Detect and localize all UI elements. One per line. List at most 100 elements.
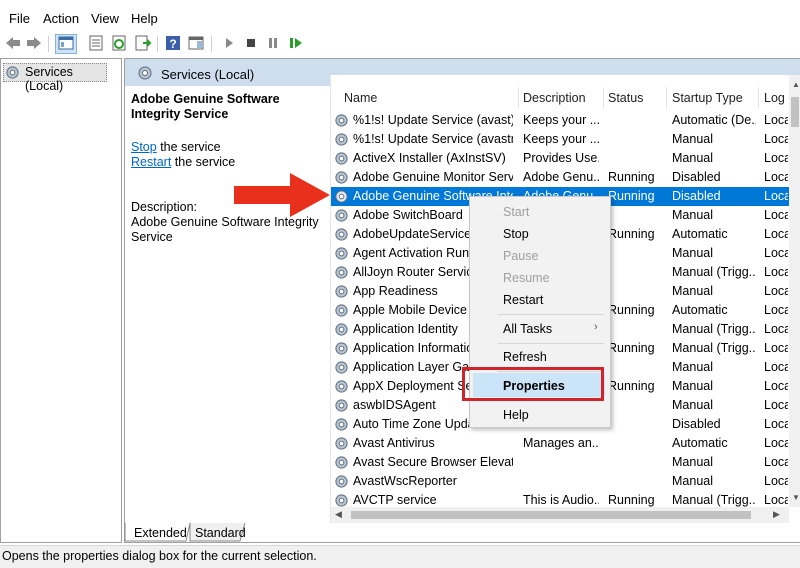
cell-logon: Loca — [764, 379, 788, 393]
status-text: Opens the properties dialog box for the … — [2, 549, 317, 563]
console-tree-icon[interactable] — [57, 34, 75, 52]
cell-desc: This is Audio... — [523, 493, 599, 507]
cell-logon: Loca — [764, 284, 788, 298]
menu-item-pause: Pause — [503, 249, 539, 263]
gear-icon — [335, 361, 348, 374]
gear-icon — [6, 66, 19, 79]
horizontal-scrollbar[interactable]: ◀ ▶ — [331, 507, 789, 523]
right-pane: Services (Local) ^ Adobe Genuine Softwar… — [124, 58, 800, 543]
cell-logon: Loca — [764, 436, 788, 450]
cell-status: Running — [608, 303, 655, 317]
cell-startup: Manual — [672, 132, 713, 146]
menu-item-start: Start — [503, 205, 530, 219]
help-icon[interactable]: ? — [164, 34, 182, 52]
cell-startup: Disabled — [672, 189, 721, 203]
menu-action[interactable]: Action — [43, 11, 79, 26]
back-icon[interactable] — [4, 34, 22, 52]
show-hide-icon[interactable] — [187, 34, 205, 52]
cell-logon: Loca — [764, 360, 788, 374]
gear-icon — [335, 304, 348, 317]
gear-icon — [335, 114, 348, 127]
gear-icon — [335, 247, 348, 260]
cell-name: Avast Antivirus — [353, 436, 435, 450]
menu-help[interactable]: Help — [131, 11, 158, 26]
table-row[interactable]: Avast Antivirus Manages an... Automatic Loc… — [331, 434, 789, 453]
cell-logon: Loca — [764, 265, 788, 279]
column-header-description[interactable]: Description — [523, 91, 586, 105]
table-row[interactable]: Avast Secure Browser Elevati... Manual Loc… — [331, 453, 789, 472]
cell-status: Running — [608, 493, 655, 507]
column-header-startup-type[interactable]: Startup Type — [672, 91, 743, 105]
cell-logon: Loca — [764, 417, 788, 431]
export-icon[interactable] — [134, 34, 152, 52]
cell-startup: Manual — [672, 284, 713, 298]
gear-icon — [335, 399, 348, 412]
tab-standard[interactable]: Standard — [195, 526, 246, 540]
properties-icon[interactable] — [87, 34, 105, 52]
column-header-log-on-as[interactable]: Log — [764, 91, 785, 105]
tree-item-services-local[interactable]: Services (Local) — [3, 63, 107, 93]
submenu-arrow-icon: › — [594, 321, 598, 333]
menu-item-refresh[interactable]: Refresh — [503, 350, 547, 364]
gear-icon — [335, 475, 348, 488]
cell-startup: Manual (Trigg... — [672, 322, 756, 336]
left-tree-pane: Services (Local) — [0, 58, 122, 543]
menu-item-stop[interactable]: Stop — [503, 227, 529, 241]
cell-logon: Loca — [764, 246, 788, 260]
hscroll-thumb[interactable] — [351, 511, 751, 519]
cell-desc: Keeps your ... — [523, 132, 599, 146]
play-icon[interactable] — [220, 34, 238, 52]
cell-name: ActiveX Installer (AxInstSV) — [353, 151, 506, 165]
stop-service-link[interactable]: Stop — [131, 140, 157, 154]
cell-startup: Manual — [672, 151, 713, 165]
menu-view[interactable]: View — [91, 11, 119, 26]
menu-bar: File Action View Help — [0, 0, 800, 34]
forward-icon[interactable] — [25, 34, 43, 52]
gear-icon — [335, 133, 348, 146]
tab-extended[interactable]: Extended — [134, 526, 187, 540]
vertical-scrollbar[interactable]: ▲ ▼ — [789, 75, 800, 507]
scroll-up-icon[interactable]: ▲ — [792, 80, 800, 89]
scroll-down-icon[interactable]: ▼ — [792, 493, 800, 502]
cell-startup: Manual — [672, 455, 713, 469]
gear-icon — [335, 323, 348, 336]
column-header-name[interactable]: Name — [344, 91, 377, 105]
cell-startup: Manual — [672, 474, 713, 488]
cell-logon: Loca — [764, 227, 788, 241]
resume-icon[interactable] — [287, 34, 305, 52]
cell-startup: Automatic — [672, 436, 728, 450]
cell-logon: Loca — [764, 398, 788, 412]
gear-icon — [335, 266, 348, 279]
menu-item-restart[interactable]: Restart — [503, 293, 543, 307]
menu-item-help[interactable]: Help — [503, 408, 529, 422]
table-row[interactable]: AvastWscReporter Manual Loca — [331, 472, 789, 491]
refresh-icon[interactable] — [110, 34, 128, 52]
table-row[interactable]: ActiveX Installer (AxInstSV) Provides Use… — [331, 149, 789, 168]
gear-icon — [335, 285, 348, 298]
service-title: Adobe Genuine Software Integrity Service — [131, 92, 280, 121]
pause-icon[interactable] — [264, 34, 282, 52]
restart-service-link[interactable]: Restart — [131, 155, 171, 169]
gear-icon — [138, 66, 152, 80]
description-label: Description: — [131, 200, 197, 214]
restart-suffix: the service — [171, 155, 236, 169]
pane-title: Services (Local) — [161, 67, 255, 82]
table-row[interactable]: Adobe Genuine Monitor Serv... Adobe Genu.… — [331, 168, 789, 187]
gear-icon — [335, 380, 348, 393]
column-header-status[interactable]: Status — [608, 91, 643, 105]
cell-startup: Manual — [672, 246, 713, 260]
cell-status: Running — [608, 170, 655, 184]
scroll-right-icon[interactable]: ▶ — [773, 509, 780, 520]
scroll-left-icon[interactable]: ◀ — [335, 509, 342, 520]
cell-logon: Loca — [764, 170, 788, 184]
cell-startup: Manual — [672, 398, 713, 412]
cell-logon: Loca — [764, 189, 788, 203]
scroll-thumb[interactable] — [791, 97, 799, 127]
table-row[interactable]: %1!s! Update Service (avast) Keeps your .… — [331, 111, 789, 130]
stop-icon[interactable] — [242, 34, 260, 52]
table-row[interactable]: %1!s! Update Service (avastm) Keeps your … — [331, 130, 789, 149]
menu-file[interactable]: File — [9, 11, 30, 26]
cell-startup: Manual (Trigg... — [672, 341, 756, 355]
menu-item-all-tasks[interactable]: All Tasks — [503, 322, 552, 336]
cell-logon: Loca — [764, 455, 788, 469]
